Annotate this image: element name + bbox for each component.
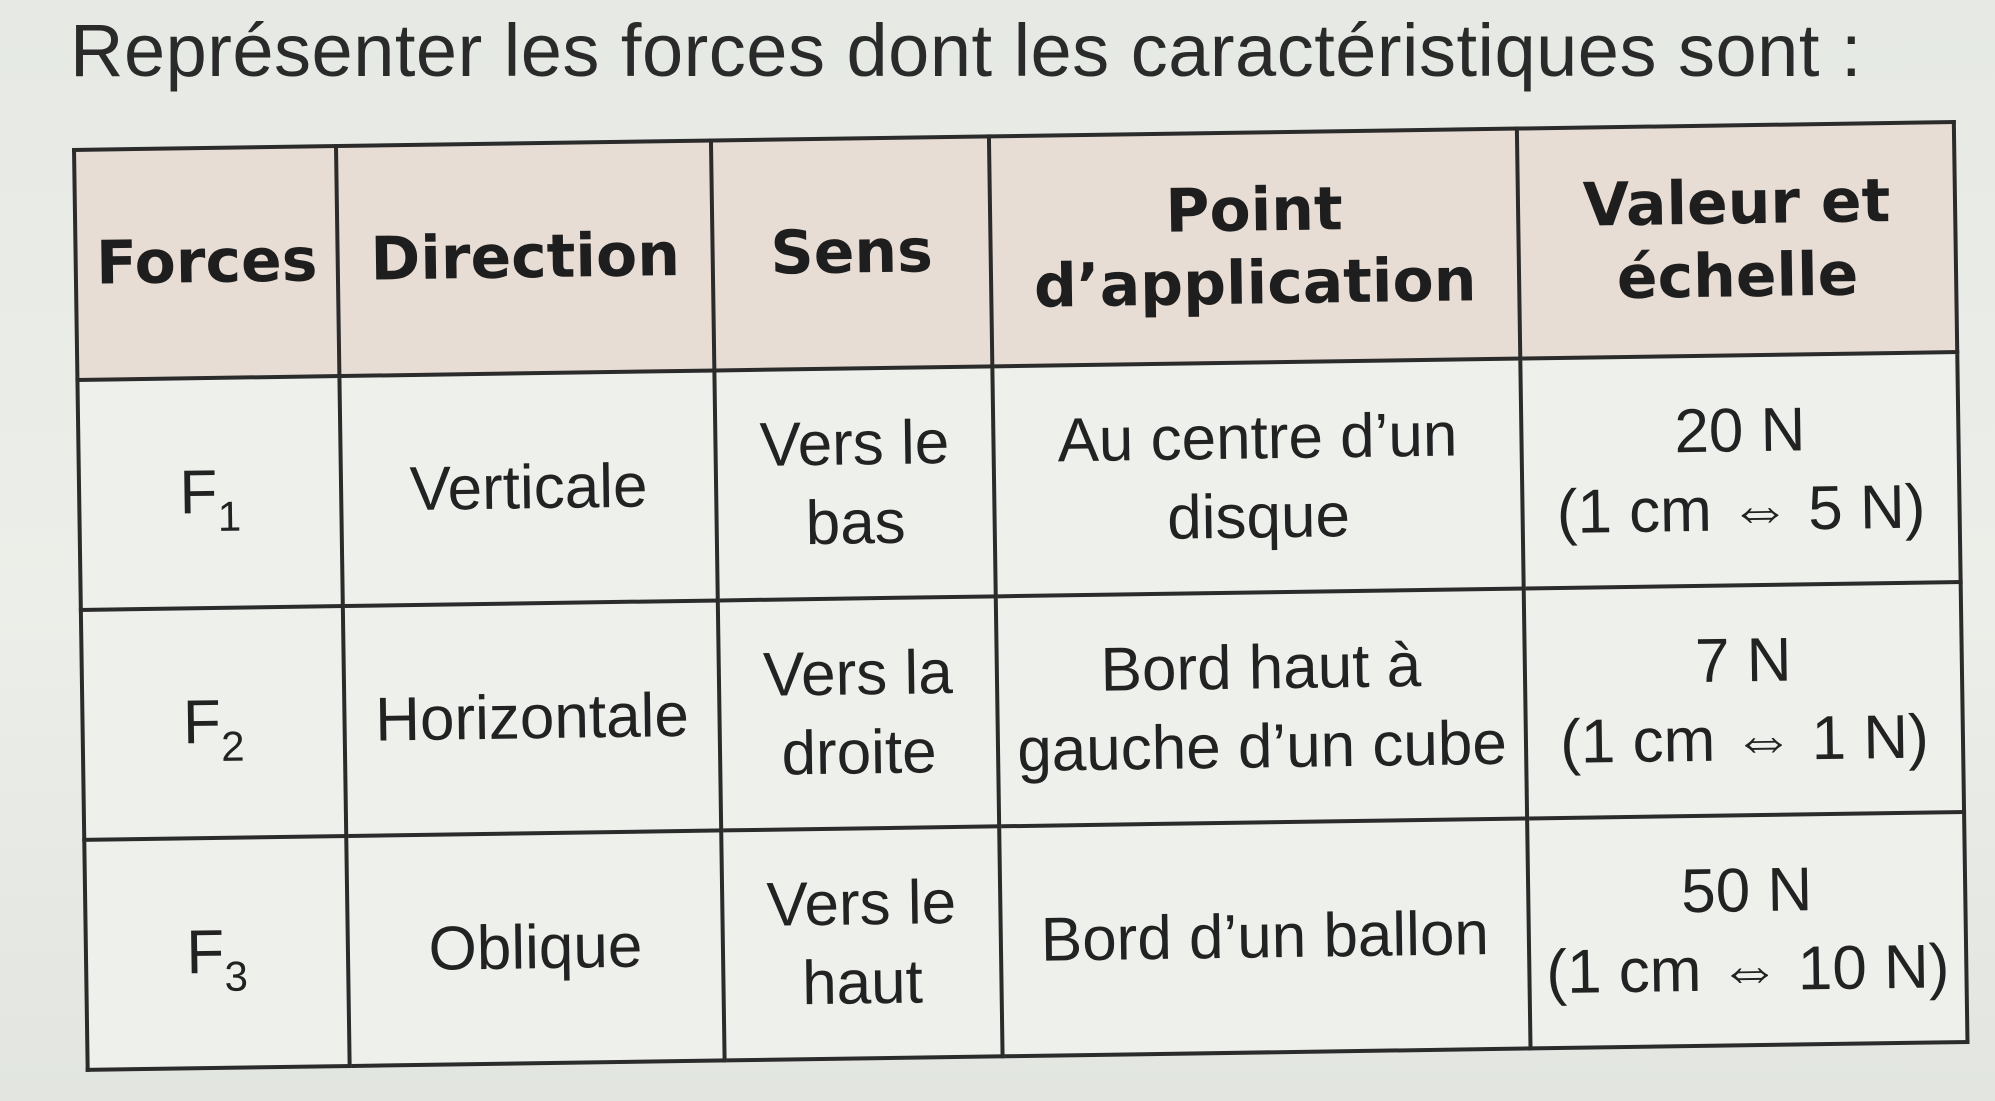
header-sens-label: Sens (769, 216, 934, 290)
cell-force-f2: F2 (80, 606, 347, 840)
header-valeur-echelle: Valeur et échelle (1516, 122, 1958, 359)
force-index: 3 (224, 952, 249, 1001)
direction-value: Verticale (409, 451, 649, 525)
table-row-f1: F1 Verticale Vers le bas Au centre d’un … (77, 352, 1961, 610)
force-letter: F (185, 918, 225, 988)
sens-line2: haut (801, 947, 924, 1019)
force-letter: F (182, 688, 222, 758)
cell-valeur-f3: 50 N (1 cm ⇔ 10 N) (1527, 812, 1968, 1049)
point-line2: gauche d’un cube (1016, 708, 1508, 786)
echelle-value: (1 cm ⇔ 10 N) (1545, 932, 1950, 1008)
cell-force-f1: F1 (77, 376, 343, 610)
valeur-value: 20 N (1673, 394, 1806, 466)
header-valeur-line2: échelle (1616, 239, 1859, 314)
cell-direction-f3: Oblique (346, 830, 725, 1066)
force-index: 2 (220, 722, 245, 771)
header-direction: Direction (336, 140, 715, 377)
cell-direction-f2: Horizontale (342, 600, 722, 837)
instruction-text: Représenter les forces dont les caractér… (70, 9, 1863, 92)
cell-sens-f1: Vers le bas (714, 366, 996, 601)
header-valeur-line1: Valeur et (1582, 165, 1891, 241)
direction-value: Oblique (428, 911, 643, 985)
cell-point-f1: Au centre d’un disque (992, 358, 1524, 597)
valeur-value: 50 N (1680, 854, 1813, 926)
header-forces: Forces (74, 146, 340, 380)
sens-line1: Vers le (766, 867, 957, 940)
sens-line1: Vers le (759, 407, 950, 480)
force-index: 1 (217, 492, 242, 541)
header-direction-label: Direction (369, 220, 681, 295)
cell-valeur-f2: 7 N (1 cm ⇔ 1 N) (1523, 582, 1965, 819)
point-line2: disque (1166, 481, 1351, 553)
header-point-application: Point d’application (988, 128, 1521, 367)
echelle-value: (1 cm ⇔ 1 N) (1559, 702, 1930, 777)
header-point-line2: d’application (1033, 245, 1477, 322)
sens-line2: droite (781, 717, 938, 789)
cell-point-f3: Bord d’un ballon (999, 818, 1531, 1057)
cell-sens-f2: Vers la droite (717, 596, 1000, 831)
forces-table: Forces Direction Sens Point d’applicatio… (72, 120, 1970, 1072)
cell-sens-f3: Vers le haut (721, 826, 1003, 1061)
sens-line1: Vers la (762, 637, 954, 710)
sens-line2: bas (805, 487, 907, 559)
point-line1: Bord d’un ballon (1040, 899, 1490, 976)
point-line1: Bord haut à (1100, 630, 1422, 705)
header-sens: Sens (710, 136, 993, 371)
cell-force-f3: F3 (84, 836, 350, 1070)
table-row-f2: F2 Horizontale Vers la droite Bord haut … (80, 582, 1965, 840)
forces-table-container: Forces Direction Sens Point d’applicatio… (72, 120, 1968, 1070)
cell-point-f2: Bord haut à gauche d’un cube (995, 588, 1528, 827)
header-point-line1: Point (1164, 173, 1344, 247)
header-forces-label: Forces (95, 225, 318, 300)
header-row: Forces Direction Sens Point d’applicatio… (74, 122, 1958, 380)
point-line1: Au centre d’un (1057, 400, 1458, 476)
echelle-value: (1 cm ⇔ 5 N) (1556, 472, 1926, 548)
direction-value: Horizontale (374, 681, 690, 755)
cell-direction-f1: Verticale (339, 370, 718, 607)
force-letter: F (178, 458, 218, 528)
table-row-f3: F3 Oblique Vers le haut Bord d’un ballon… (84, 812, 1968, 1070)
valeur-value: 7 N (1694, 625, 1793, 696)
cell-valeur-f1: 20 N (1 cm ⇔ 5 N) (1520, 352, 1961, 589)
